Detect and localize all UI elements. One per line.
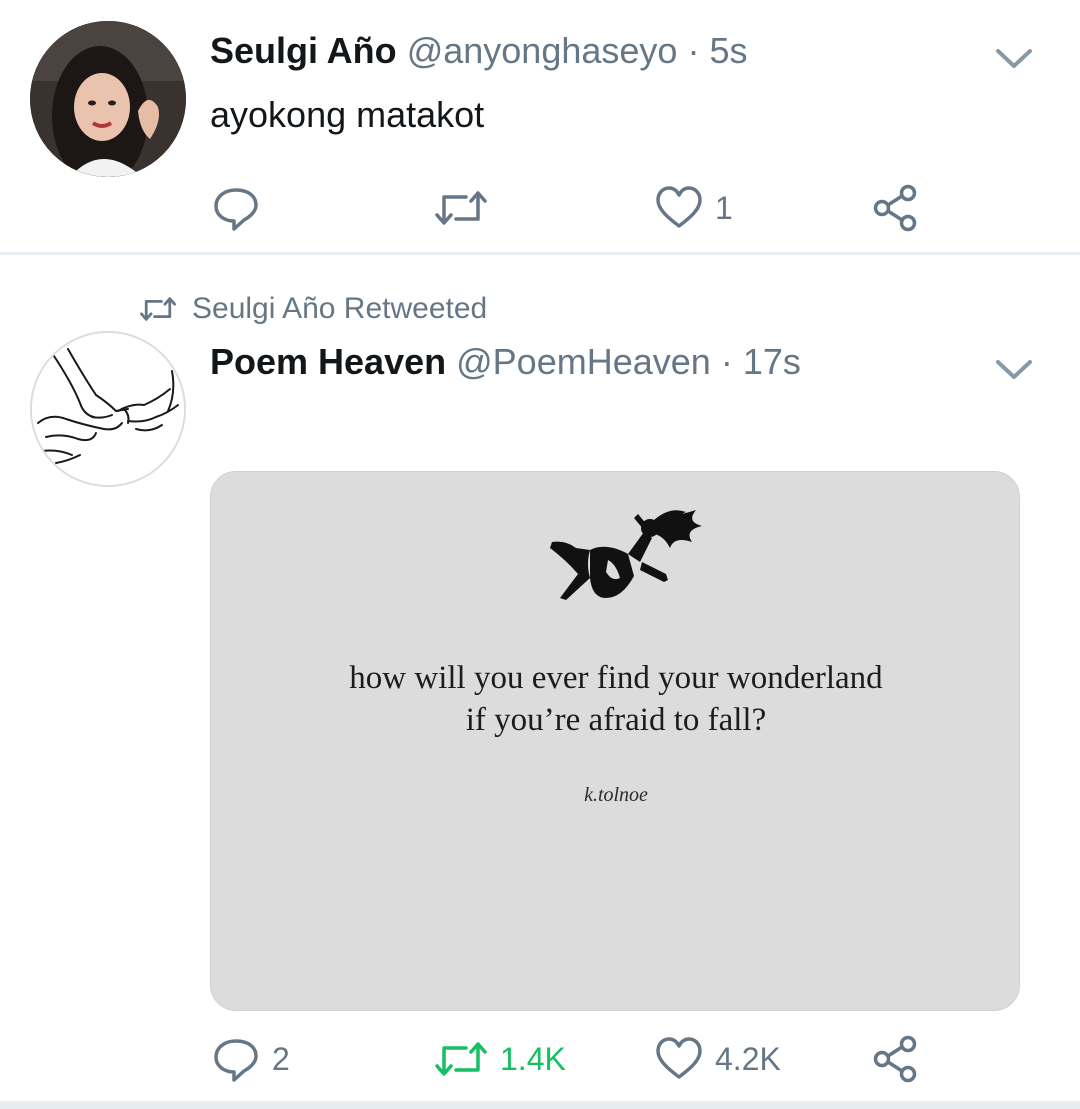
retweet-icon (435, 191, 487, 225)
reply-count: 2 (272, 1040, 290, 1077)
tweet-header: Seulgi Año @anyonghaseyo · 5s (210, 30, 748, 72)
image-quote-line: how will you ever find your wonderland (349, 660, 883, 696)
tweet-text: ayokong matakot (210, 94, 485, 135)
action-bar: 2 1.4K 4.2K (210, 1031, 950, 1087)
tweet-header: Poem Heaven @PoemHeaven · 17s (210, 341, 801, 383)
falling-girl-illustration (550, 510, 702, 600)
tweet-divider (0, 1101, 1080, 1109)
reply-button[interactable]: 2 (210, 1031, 290, 1087)
avatar[interactable] (30, 331, 186, 487)
reply-button[interactable] (210, 180, 272, 236)
share-button[interactable] (870, 1031, 922, 1087)
reply-icon (214, 1039, 258, 1082)
user-handle[interactable]: @anyonghaseyo (407, 30, 678, 71)
share-icon (873, 184, 917, 232)
like-count: 4.2K (715, 1040, 781, 1077)
display-name[interactable]: Seulgi Año (210, 30, 397, 71)
like-icon (656, 1037, 702, 1079)
timestamp[interactable]: 5s (709, 30, 747, 71)
reply-icon (214, 188, 258, 231)
retweeted-by-text: Seulgi Año Retweeted (192, 292, 488, 325)
chevron-down-icon[interactable] (992, 44, 1036, 74)
image-quote-line: if you’re afraid to fall? (465, 702, 767, 738)
tweet[interactable]: Seulgi Año @anyonghaseyo · 5s ayokong ma… (0, 0, 1080, 252)
tweet-image[interactable]: how will you ever find your wonderland i… (210, 471, 1020, 1011)
like-count: 1 (715, 189, 733, 226)
retweet-button[interactable]: 1.4K (432, 1031, 566, 1087)
tweet[interactable]: Seulgi Año Retweeted Poem Heaven @PoemHe… (0, 255, 1080, 1101)
separator: · (720, 341, 733, 382)
share-button[interactable] (870, 180, 922, 236)
image-author: k.tolnoe (584, 784, 648, 806)
retweet-button[interactable] (432, 180, 500, 236)
avatar-drawing (32, 333, 184, 485)
retweet-count: 1.4K (500, 1040, 566, 1077)
retweet-icon (435, 1042, 487, 1076)
display-name[interactable]: Poem Heaven (210, 341, 446, 382)
chevron-down-icon[interactable] (992, 355, 1036, 385)
like-icon (656, 186, 702, 228)
action-bar: 1 (210, 180, 950, 236)
retweeted-by-label[interactable]: Seulgi Año Retweeted (136, 291, 487, 327)
like-button[interactable]: 1 (653, 180, 733, 236)
like-button[interactable]: 4.2K (653, 1031, 781, 1087)
avatar-photo (30, 21, 186, 177)
user-handle[interactable]: @PoemHeaven (456, 341, 711, 382)
avatar[interactable] (30, 21, 186, 177)
retweet-icon (140, 297, 177, 321)
timestamp[interactable]: 17s (743, 341, 801, 382)
separator: · (687, 30, 700, 71)
share-icon (873, 1035, 917, 1083)
